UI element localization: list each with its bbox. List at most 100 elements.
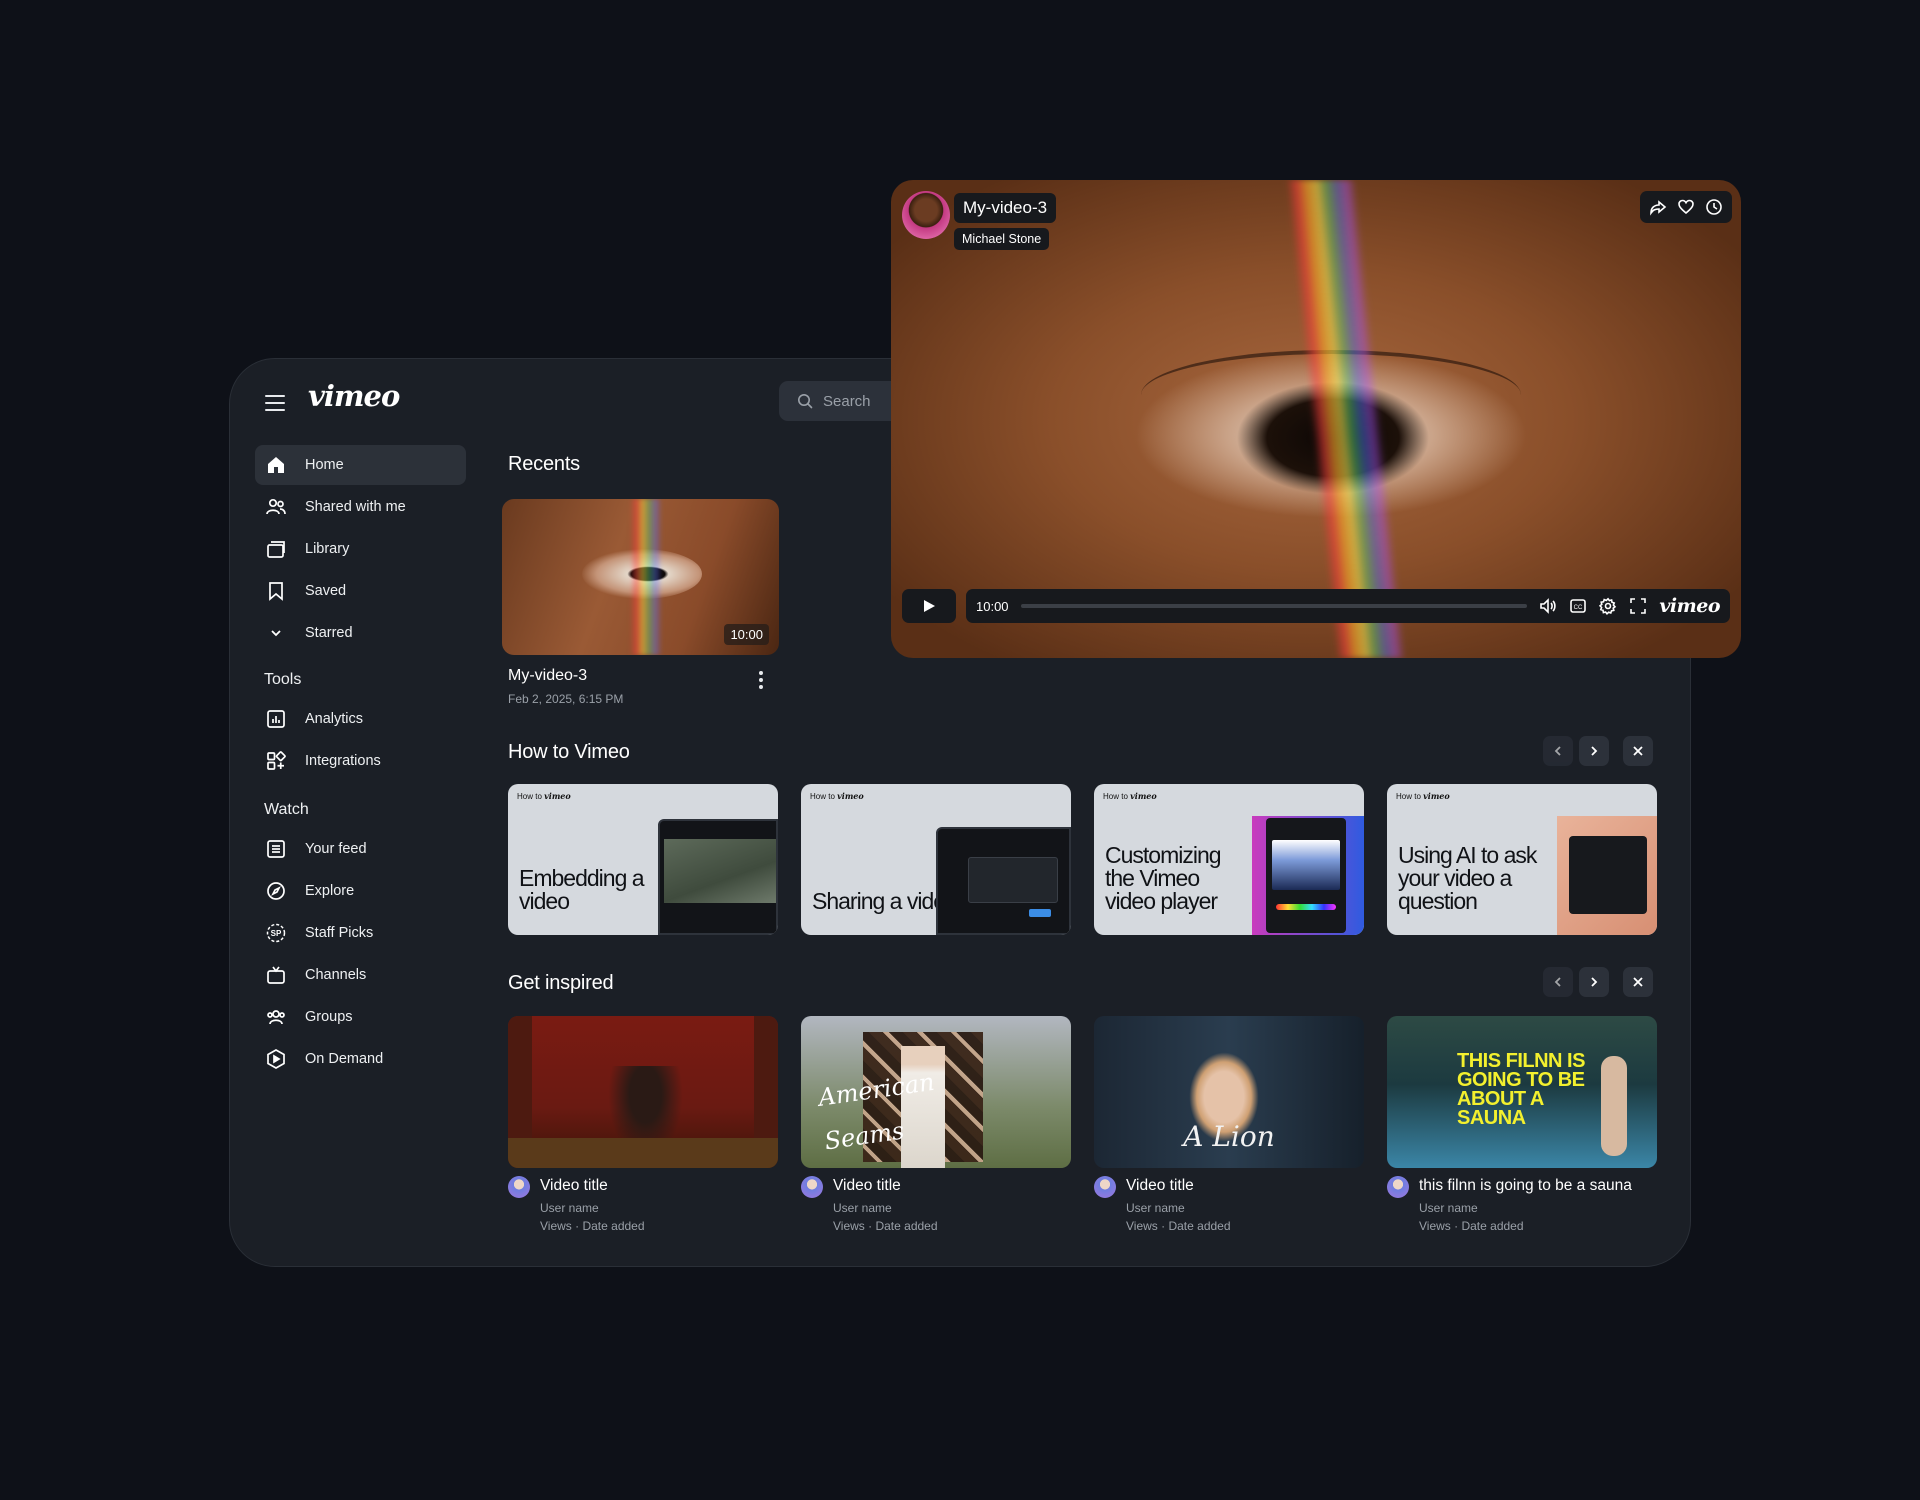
tools-section-label: Tools [264, 671, 302, 688]
sidebar-item-label: Groups [305, 1009, 353, 1025]
inspired-video-thumbnail[interactable] [508, 1016, 778, 1168]
settings-icon[interactable] [1599, 597, 1617, 615]
sidebar-item-saved[interactable]: Saved [255, 571, 466, 611]
inspired-video-thumbnail[interactable]: THIS FILNN IS GOING TO BE ABOUT A SAUNA [1387, 1016, 1657, 1168]
on-demand-icon [267, 1049, 285, 1069]
how-to-tag: How to vimeo [1396, 791, 1450, 801]
sidebar-item-label: Saved [305, 583, 347, 599]
player-vimeo-logo[interactable]: vimeo [1659, 595, 1720, 617]
video-meta: Views · Date added [833, 1219, 938, 1233]
sidebar-item-label: Integrations [305, 753, 381, 769]
sidebar-item-analytics[interactable]: Analytics [255, 699, 466, 739]
close-icon [1633, 977, 1643, 987]
how-to-next-button[interactable] [1579, 736, 1609, 766]
user-name[interactable]: User name [1126, 1201, 1185, 1215]
user-name[interactable]: User name [1419, 1201, 1478, 1215]
how-to-tag: How to vimeo [810, 791, 864, 801]
play-button[interactable] [902, 589, 956, 623]
sidebar-item-label: Explore [305, 883, 355, 899]
svg-text:CC: CC [1574, 605, 1583, 611]
feed-icon [267, 840, 285, 858]
users-icon [266, 498, 286, 515]
recent-video-title[interactable]: My-video-3 [508, 667, 587, 685]
chevron-down-icon [271, 630, 281, 637]
svg-text:SP: SP [271, 929, 282, 938]
sidebar-item-explore[interactable]: Explore [255, 871, 466, 911]
sidebar-item-on-demand[interactable]: On Demand [255, 1039, 466, 1079]
bookmark-icon [269, 582, 283, 601]
sidebar-item-library[interactable]: Library [255, 529, 466, 569]
how-to-prev-button[interactable] [1543, 736, 1573, 766]
recent-video-thumbnail[interactable]: 10:00 [502, 499, 779, 655]
staff-picks-icon: SP [266, 923, 286, 943]
sidebar-item-label: Staff Picks [305, 925, 374, 941]
how-to-card-customizing[interactable]: How to vimeo Customizing the Vimeo video… [1094, 784, 1364, 935]
sidebar-item-channels[interactable]: Channels [255, 955, 466, 995]
sidebar-item-integrations[interactable]: Integrations [255, 741, 466, 781]
screenshot-preview [658, 819, 778, 935]
get-inspired-prev-button[interactable] [1543, 967, 1573, 997]
vimeo-logo[interactable]: vimeo [308, 379, 400, 413]
player-author-name[interactable]: Michael Stone [954, 228, 1050, 250]
how-to-tag: How to vimeo [517, 791, 571, 801]
sidebar-item-your-feed[interactable]: Your feed [255, 829, 466, 869]
sidebar-item-label: Analytics [305, 711, 364, 727]
poster-title: A Lion [1183, 1120, 1275, 1153]
sidebar-item-label: Shared with me [305, 499, 406, 515]
how-to-card-title: Customizing the Vimeo video player [1105, 842, 1222, 914]
sidebar-item-starred[interactable]: Starred [255, 613, 466, 653]
clock-icon[interactable] [1705, 198, 1723, 216]
video-player[interactable]: My-video-3 Michael Stone 10:00 CC vimeo [891, 180, 1741, 658]
player-control-bar: 10:00 CC vimeo [966, 589, 1730, 623]
how-to-card-embedding[interactable]: How to vimeo Embedding a video [508, 784, 778, 935]
chevron-right-icon [1591, 746, 1598, 756]
more-options-icon[interactable] [751, 669, 771, 691]
video-title[interactable]: Video title [833, 1177, 901, 1195]
search-placeholder: Search [823, 392, 871, 410]
user-name[interactable]: User name [833, 1201, 892, 1215]
video-meta: Views · Date added [540, 1219, 645, 1233]
how-to-close-button[interactable] [1623, 736, 1653, 766]
inspired-video-thumbnail[interactable]: A Lion [1094, 1016, 1364, 1168]
how-to-card-using-ai[interactable]: How to vimeo Using AI to ask your video … [1387, 784, 1657, 935]
avatar[interactable] [508, 1176, 530, 1198]
get-inspired-next-button[interactable] [1579, 967, 1609, 997]
sidebar-item-shared[interactable]: Shared with me [255, 487, 466, 527]
user-name[interactable]: User name [540, 1201, 599, 1215]
video-title[interactable]: Video title [1126, 1177, 1194, 1195]
volume-icon[interactable] [1539, 597, 1557, 615]
sidebar-item-label: Channels [305, 967, 367, 983]
progress-bar[interactable] [1020, 604, 1528, 608]
recent-video-date: Feb 2, 2025, 6:15 PM [508, 692, 624, 706]
how-to-card-sharing[interactable]: How to vimeo Sharing a video [801, 784, 1071, 935]
duration-badge: 10:00 [724, 624, 769, 645]
chevron-left-icon [1554, 746, 1561, 756]
chevron-right-icon [1591, 977, 1598, 987]
fullscreen-icon[interactable] [1629, 597, 1647, 615]
author-avatar[interactable] [902, 191, 950, 239]
avatar[interactable] [1094, 1176, 1116, 1198]
sidebar-item-groups[interactable]: Groups [255, 997, 466, 1037]
search-icon [798, 394, 813, 409]
close-icon [1633, 746, 1643, 756]
video-title[interactable]: this filnn is going to be a sauna [1419, 1177, 1632, 1195]
screenshot-preview [1252, 816, 1364, 935]
watch-section-label: Watch [264, 801, 309, 818]
screenshot-preview [1557, 816, 1657, 935]
get-inspired-close-button[interactable] [1623, 967, 1653, 997]
sidebar-item-home[interactable]: Home [255, 445, 466, 485]
home-icon [268, 457, 284, 473]
captions-icon[interactable]: CC [1569, 597, 1587, 615]
analytics-icon [267, 710, 285, 728]
video-title[interactable]: Video title [540, 1177, 608, 1195]
heart-icon[interactable] [1677, 198, 1695, 216]
player-video-title[interactable]: My-video-3 [954, 193, 1057, 223]
avatar[interactable] [801, 1176, 823, 1198]
share-icon[interactable] [1649, 198, 1667, 216]
get-inspired-heading: Get inspired [508, 972, 614, 994]
menu-icon[interactable] [265, 395, 287, 411]
inspired-video-thumbnail[interactable]: American Seams [801, 1016, 1071, 1168]
avatar[interactable] [1387, 1176, 1409, 1198]
time-display: 10:00 [976, 598, 1009, 614]
sidebar-item-staff-picks[interactable]: SP Staff Picks [255, 913, 466, 953]
